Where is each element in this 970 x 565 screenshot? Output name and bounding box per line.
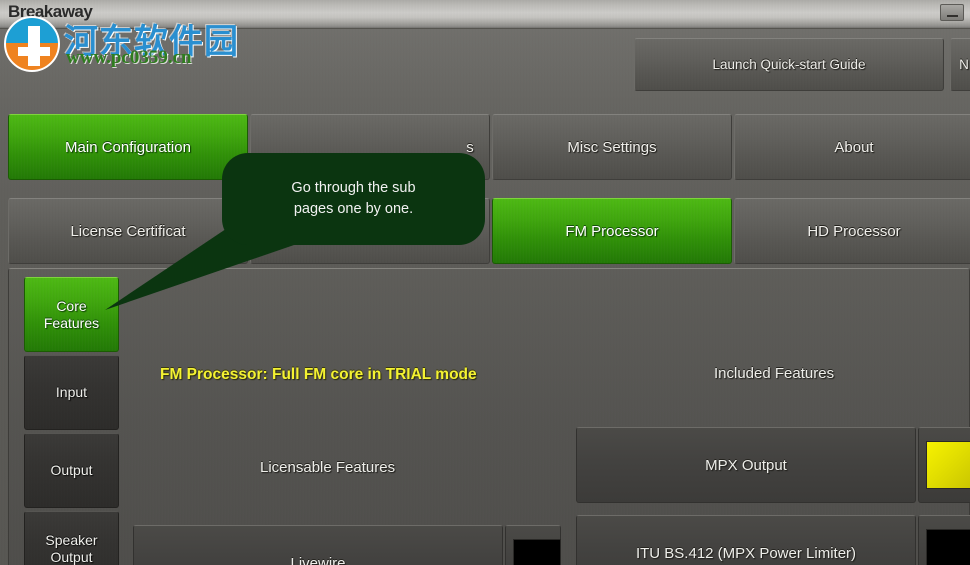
tab-misc-settings[interactable]: Misc Settings [492,114,732,180]
sidebar-item-core-features-label-line1: Core [56,297,87,314]
fm-processor-status-text: FM Processor: Full FM core in TRIAL mode [160,366,477,383]
callout-tooltip[interactable]: Go through the sub pages one by one. [222,153,485,245]
sidebar-item-input[interactable]: Input [24,355,119,430]
sidebar-item-speaker-output[interactable]: Speaker Output [24,511,119,565]
tab-main-configuration-label: Main Configuration [65,138,191,156]
sidebar-item-output[interactable]: Output [24,433,119,508]
callout-line-2: pages one by one. [293,201,414,217]
tab-fm-processor[interactable]: FM Processor [492,198,732,264]
feature-row-livewire-status-indicator [513,539,561,565]
toolbar-partial-button[interactable]: N [950,38,970,91]
tab-hidden-row1-label: s [466,138,474,156]
watermark-site-url: www.pc0359.cn [66,47,192,68]
callout-line-1: Go through the sub [291,180,416,197]
feature-row-mpx-output-status-indicator [926,441,970,489]
feature-row-mpx-output-label: MPX Output [705,456,787,474]
watermark-logo-icon [4,16,60,72]
tab-about-label: About [834,138,874,156]
licensable-features-heading: Licensable Features [260,459,396,476]
feature-row-itu-bs412-status-indicator [926,529,970,565]
launch-quickstart-guide-button[interactable]: Launch Quick-start Guide [634,38,944,91]
tab-hd-processor-label: HD Processor [807,222,901,240]
tab-license-certificate-label: License Certificat [70,222,186,240]
tab-license-certificate[interactable]: License Certificat [8,198,248,264]
sidebar-item-core-features[interactable]: Core Features [24,277,119,352]
feature-row-itu-bs412-label: ITU BS.412 (MPX Power Limiter) [635,544,857,562]
launch-quickstart-guide-label: Launch Quick-start Guide [712,57,866,72]
minimize-icon [947,15,958,17]
feature-row-livewire-label: Livewire [290,554,346,565]
site-watermark: Breakaway 河东软件园 www.pc0359.cn [0,0,240,80]
toolbar-partial-label: N [959,57,969,72]
feature-row-itu-bs412[interactable]: ITU BS.412 (MPX Power Limiter) [576,515,970,565]
minimize-button[interactable] [940,4,964,21]
secondary-tab-row: License Certificat FM Processor HD Proce… [0,196,970,266]
tab-misc-settings-label: Misc Settings [567,138,657,156]
sidebar-item-speaker-output-label-line2: Output [50,548,93,565]
feature-row-livewire[interactable]: Livewire [133,525,563,565]
feature-row-mpx-output[interactable]: MPX Output [576,427,970,503]
tab-main-configuration[interactable]: Main Configuration [8,114,248,180]
included-features-heading: Included Features [714,365,835,382]
sidebar-item-input-label: Input [55,384,88,401]
tab-about[interactable]: About [734,114,970,180]
primary-tab-row: Main Configuration s Misc Settings About [0,112,970,182]
sidebar-item-speaker-output-label-line1: Speaker [45,531,98,548]
tab-fm-processor-label: FM Processor [565,222,659,240]
tab-hd-processor[interactable]: HD Processor [734,198,970,264]
sidebar-item-output-label: Output [50,462,93,479]
core-features-page: FM Processor: Full FM core in TRIAL mode… [124,277,970,565]
app-window: Launch Quick-start Guide N Main Configur… [0,0,970,565]
sub-page-sidebar: Core Features Input Output Speaker Outpu… [15,277,119,565]
sidebar-item-core-features-label-line2: Features [43,314,100,331]
